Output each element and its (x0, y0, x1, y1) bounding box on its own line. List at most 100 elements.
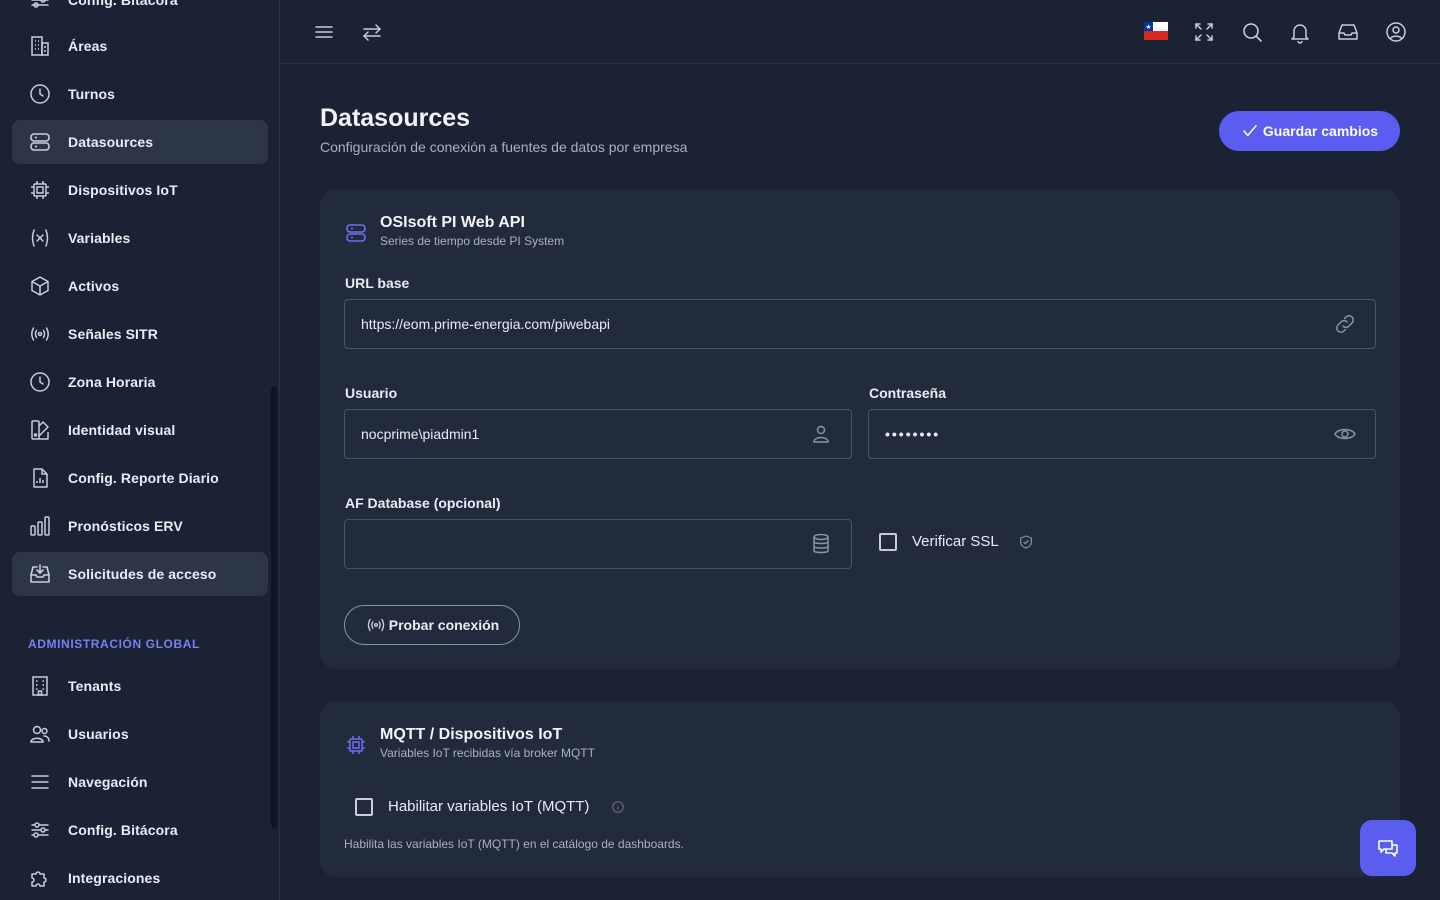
sidebar-item-label: Señales SITR (68, 326, 158, 342)
sidebar-item-label: Integraciones (68, 870, 161, 886)
inbox-icon[interactable] (1336, 20, 1360, 44)
sidebar-item-label: Dispositivos IoT (68, 182, 178, 198)
sidebar-item-zona-horaria[interactable]: Zona Horaria (12, 360, 268, 404)
variable-icon (28, 226, 52, 250)
sidebar-item-areas[interactable]: Áreas (12, 24, 268, 68)
chat-button[interactable] (1360, 820, 1416, 876)
sidebar-scrollbar[interactable] (271, 386, 277, 828)
sidebar-item-label: Datasources (68, 134, 154, 150)
puzzle-icon (28, 866, 52, 890)
clock-icon (28, 82, 52, 106)
af-database-input[interactable] (344, 519, 852, 569)
habilitar-mqtt-checkbox[interactable] (355, 798, 373, 816)
chat-bubbles-icon (1376, 836, 1400, 860)
sidebar-item-turnos[interactable]: Turnos (12, 72, 268, 116)
sidebar-item-config-reporte-diario[interactable]: Config. Reporte Diario (12, 456, 268, 500)
mqtt-helper-text: Habilita las variables IoT (MQTT) en el … (344, 837, 684, 851)
hamburger-menu-icon[interactable] (312, 20, 336, 44)
osisoft-subtitle: Series de tiempo desde PI System (380, 234, 565, 248)
contrasena-label: Contraseña (869, 385, 947, 401)
osisoft-title: OSIsoft PI Web API (380, 214, 525, 231)
sidebar-item-label: Usuarios (68, 726, 129, 742)
top-bar (280, 0, 1440, 64)
url-base-label: URL base (345, 275, 410, 291)
usuario-label: Usuario (345, 385, 398, 401)
office-building-icon (28, 674, 52, 698)
inbox-download-icon (28, 562, 52, 586)
palette-icon (28, 418, 52, 442)
cube-icon (28, 274, 52, 298)
sidebar-item-senales-sitr[interactable]: Señales SITR (12, 312, 268, 356)
sidebar-item-label: Config. Bitácora (68, 822, 178, 838)
sidebar-item-pronosticos-erv[interactable]: Pronósticos ERV (12, 504, 268, 548)
users-icon (28, 722, 52, 746)
sidebar-item-label: Zona Horaria (68, 374, 156, 390)
switch-arrows-icon[interactable] (360, 20, 384, 44)
page-subtitle: Configuración de conexión a fuentes de d… (320, 139, 688, 155)
sidebar-item-dispositivos-iot[interactable]: Dispositivos IoT (12, 168, 268, 212)
chile-flag-icon[interactable] (1144, 22, 1168, 40)
probar-conexion-label: Probar conexión (388, 617, 500, 633)
sidebar-item-usuarios[interactable]: Usuarios (12, 712, 268, 756)
sidebar-item-label: Activos (68, 278, 120, 294)
chip-icon (344, 733, 368, 757)
url-base-input[interactable]: https://eom.prime-energia.com/piwebapi (344, 299, 1376, 349)
af-database-label: AF Database (opcional) (345, 495, 501, 511)
signal-broadcast-icon (28, 322, 52, 346)
sidebar: Config. Bitácora Áreas Turnos Datasource… (0, 0, 280, 900)
sliders-icon (28, 818, 52, 842)
sidebar-item-label: Config. Bitácora (68, 0, 178, 8)
user-account-icon[interactable] (1384, 20, 1408, 44)
save-changes-button[interactable]: Guardar cambios (1219, 111, 1400, 151)
verificar-ssl-label: Verificar SSL (912, 533, 999, 550)
save-changes-label: Guardar cambios (1262, 123, 1379, 139)
info-icon[interactable] (611, 800, 625, 814)
sidebar-item-label: Pronósticos ERV (68, 518, 183, 534)
usuario-value: nocprime\piadmin1 (361, 426, 480, 442)
bar-chart-icon (28, 514, 52, 538)
habilitar-mqtt-label: Habilitar variables IoT (MQTT) (388, 798, 590, 815)
mqtt-subtitle: Variables IoT recibidas vía broker MQTT (380, 746, 595, 760)
sidebar-item-integraciones[interactable]: Integraciones (12, 856, 268, 900)
sidebar-item-solicitudes-acceso[interactable]: Solicitudes de acceso (12, 552, 268, 596)
sidebar-item-label: Identidad visual (68, 422, 176, 438)
page-title: Datasources (320, 104, 471, 132)
building-icon (28, 34, 52, 58)
clock-icon (28, 370, 52, 394)
sidebar-item-label: Navegación (68, 774, 148, 790)
link-icon (1333, 312, 1357, 336)
sidebar-item-identidad-visual[interactable]: Identidad visual (12, 408, 268, 452)
usuario-input[interactable]: nocprime\piadmin1 (344, 409, 852, 459)
check-icon (1241, 122, 1259, 140)
sidebar-item-label: Tenants (68, 678, 122, 694)
sidebar-item-config-bitacora[interactable]: Config. Bitácora (12, 808, 268, 852)
sidebar-item-label: Variables (68, 230, 131, 246)
probar-conexion-button[interactable]: Probar conexión (344, 605, 520, 645)
user-icon (809, 422, 833, 446)
verificar-ssl-checkbox[interactable] (879, 533, 897, 551)
contrasena-value: •••••••• (885, 426, 941, 442)
contrasena-input[interactable]: •••••••• (868, 409, 1376, 459)
sliders-icon (28, 0, 52, 12)
fullscreen-icon[interactable] (1192, 20, 1216, 44)
database-stack-icon (28, 130, 52, 154)
sidebar-item-navegacion[interactable]: Navegación (12, 760, 268, 804)
database-icon (809, 532, 833, 556)
eye-icon[interactable] (1333, 422, 1357, 446)
sidebar-item-datasources[interactable]: Datasources (12, 120, 268, 164)
bell-icon[interactable] (1288, 20, 1312, 44)
sidebar-item-tenants[interactable]: Tenants (12, 664, 268, 708)
sidebar-item-activos[interactable]: Activos (12, 264, 268, 308)
menu-icon (28, 770, 52, 794)
search-icon[interactable] (1240, 20, 1264, 44)
sidebar-item-label: Turnos (68, 86, 116, 102)
report-document-icon (28, 466, 52, 490)
shield-check-icon (1018, 534, 1034, 550)
sidebar-item-variables[interactable]: Variables (12, 216, 268, 260)
sidebar-item-config-bitacora-top[interactable]: Config. Bitácora (12, 0, 268, 22)
database-stack-icon (344, 221, 368, 245)
signal-broadcast-icon (365, 614, 387, 636)
url-base-value: https://eom.prime-energia.com/piwebapi (361, 316, 611, 332)
sidebar-item-label: Solicitudes de acceso (68, 566, 217, 582)
chip-icon (28, 178, 52, 202)
